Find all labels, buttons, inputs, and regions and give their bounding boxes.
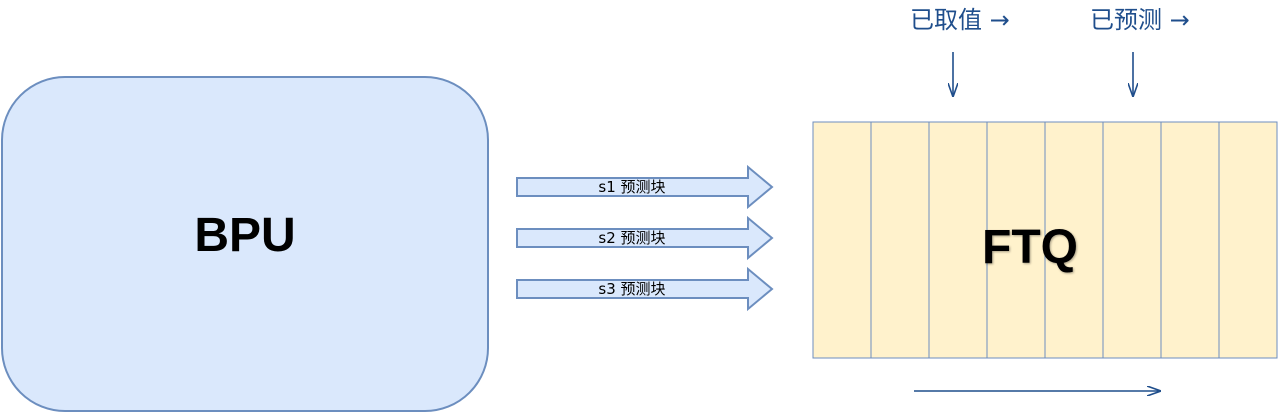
ftq-slot	[1160, 121, 1220, 359]
fetched-pointer-label: 已取值 →	[910, 6, 1010, 34]
predicted-pointer-label: 已预测 →	[1090, 6, 1190, 34]
ftq-label: FTQ	[982, 221, 1078, 274]
ftq-slot	[1218, 121, 1278, 359]
ftq-slot	[870, 121, 930, 359]
stage-label-s3: s3 预测块	[598, 280, 666, 298]
stage-label-s2: s2 预测块	[598, 229, 666, 247]
stage-label-s1: s1 预测块	[598, 178, 666, 196]
pipeline-diagram: BPU s1 预测块 s2 预测块 s3 预测块 FTQ 已取值 → 已预测 →	[0, 0, 1280, 416]
ftq-slot	[812, 121, 872, 359]
diagram-shapes	[516, 52, 1278, 416]
